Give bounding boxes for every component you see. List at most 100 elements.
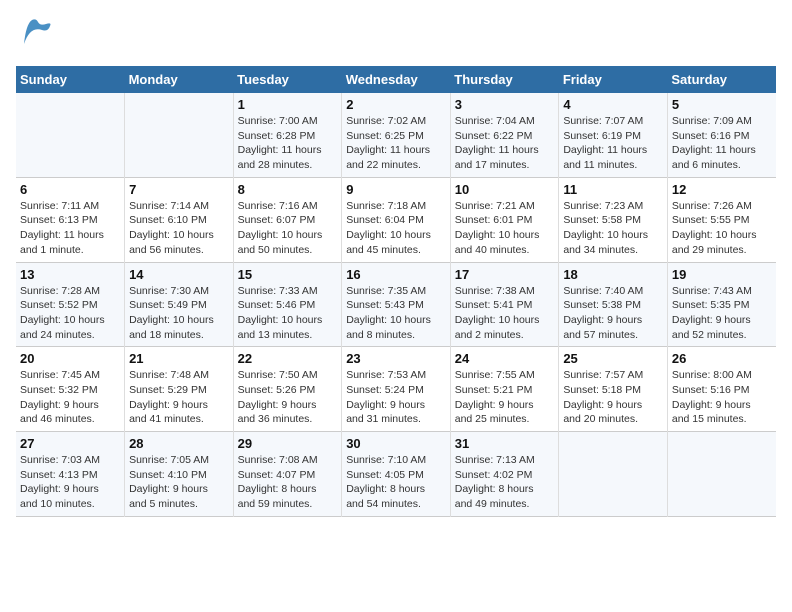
- day-header-saturday: Saturday: [667, 66, 776, 93]
- week-row-1: 1Sunrise: 7:00 AM Sunset: 6:28 PM Daylig…: [16, 93, 776, 177]
- day-info: Sunrise: 7:03 AM Sunset: 4:13 PM Dayligh…: [20, 453, 120, 512]
- day-info: Sunrise: 7:50 AM Sunset: 5:26 PM Dayligh…: [238, 368, 338, 427]
- day-info: Sunrise: 7:33 AM Sunset: 5:46 PM Dayligh…: [238, 284, 338, 343]
- calendar-cell: 1Sunrise: 7:00 AM Sunset: 6:28 PM Daylig…: [233, 93, 342, 177]
- day-info: Sunrise: 7:43 AM Sunset: 5:35 PM Dayligh…: [672, 284, 772, 343]
- day-info: Sunrise: 7:09 AM Sunset: 6:16 PM Dayligh…: [672, 114, 772, 173]
- day-number: 9: [346, 182, 446, 197]
- day-number: 14: [129, 267, 229, 282]
- calendar-cell: 24 Sunrise: 7:55 AM Sunset: 5:21 PM Dayli…: [450, 347, 559, 432]
- calendar-cell: 19Sunrise: 7:43 AM Sunset: 5:35 PM Dayli…: [667, 262, 776, 347]
- day-number: 30: [346, 436, 446, 451]
- week-row-4: 20Sunrise: 7:45 AM Sunset: 5:32 PM Dayli…: [16, 347, 776, 432]
- calendar-cell: 8 Sunrise: 7:16 AM Sunset: 6:07 PM Daylig…: [233, 177, 342, 262]
- day-number: 2: [346, 97, 446, 112]
- day-number: 22: [238, 351, 338, 366]
- day-info: Sunrise: 7:26 AM Sunset: 5:55 PM Dayligh…: [672, 199, 772, 258]
- day-number: 15: [238, 267, 338, 282]
- calendar-cell: 20Sunrise: 7:45 AM Sunset: 5:32 PM Dayli…: [16, 347, 125, 432]
- calendar-cell: 21 Sunrise: 7:48 AM Sunset: 5:29 PM Dayli…: [125, 347, 234, 432]
- week-row-2: 6 Sunrise: 7:11 AM Sunset: 6:13 PM Daylig…: [16, 177, 776, 262]
- day-info: Sunrise: 7:57 AM Sunset: 5:18 PM Dayligh…: [563, 368, 663, 427]
- day-number: 3: [455, 97, 555, 112]
- day-number: 11: [563, 182, 663, 197]
- calendar-cell: 29 Sunrise: 7:08 AM Sunset: 4:07 PM Dayli…: [233, 432, 342, 517]
- calendar-cell: 5 Sunrise: 7:09 AM Sunset: 6:16 PM Daylig…: [667, 93, 776, 177]
- day-number: 29: [238, 436, 338, 451]
- calendar-cell: 26 Sunrise: 8:00 AM Sunset: 5:16 PM Dayli…: [667, 347, 776, 432]
- day-number: 4: [563, 97, 663, 112]
- day-info: Sunrise: 7:08 AM Sunset: 4:07 PM Dayligh…: [238, 453, 338, 512]
- day-info: Sunrise: 7:07 AM Sunset: 6:19 PM Dayligh…: [563, 114, 663, 173]
- day-info: Sunrise: 7:55 AM Sunset: 5:21 PM Dayligh…: [455, 368, 555, 427]
- day-number: 26: [672, 351, 772, 366]
- day-number: 1: [238, 97, 338, 112]
- day-info: Sunrise: 7:30 AM Sunset: 5:49 PM Dayligh…: [129, 284, 229, 343]
- week-row-5: 27 Sunrise: 7:03 AM Sunset: 4:13 PM Dayli…: [16, 432, 776, 517]
- calendar-cell: [16, 93, 125, 177]
- calendar-cell: 13 Sunrise: 7:28 AM Sunset: 5:52 PM Dayli…: [16, 262, 125, 347]
- day-info: Sunrise: 7:53 AM Sunset: 5:24 PM Dayligh…: [346, 368, 446, 427]
- day-number: 25: [563, 351, 663, 366]
- logo-bird-icon: [16, 16, 56, 56]
- day-info: Sunrise: 7:11 AM Sunset: 6:13 PM Dayligh…: [20, 199, 120, 258]
- day-number: 31: [455, 436, 555, 451]
- day-info: Sunrise: 7:18 AM Sunset: 6:04 PM Dayligh…: [346, 199, 446, 258]
- day-number: 8: [238, 182, 338, 197]
- calendar-cell: 6 Sunrise: 7:11 AM Sunset: 6:13 PM Daylig…: [16, 177, 125, 262]
- day-number: 13: [20, 267, 120, 282]
- day-info: Sunrise: 7:16 AM Sunset: 6:07 PM Dayligh…: [238, 199, 338, 258]
- day-number: 10: [455, 182, 555, 197]
- day-info: Sunrise: 7:23 AM Sunset: 5:58 PM Dayligh…: [563, 199, 663, 258]
- calendar-cell: 25 Sunrise: 7:57 AM Sunset: 5:18 PM Dayli…: [559, 347, 668, 432]
- day-info: Sunrise: 7:14 AM Sunset: 6:10 PM Dayligh…: [129, 199, 229, 258]
- day-number: 20: [20, 351, 120, 366]
- calendar-cell: 15 Sunrise: 7:33 AM Sunset: 5:46 PM Dayli…: [233, 262, 342, 347]
- day-info: Sunrise: 7:21 AM Sunset: 6:01 PM Dayligh…: [455, 199, 555, 258]
- calendar-cell: 30 Sunrise: 7:10 AM Sunset: 4:05 PM Dayli…: [342, 432, 451, 517]
- calendar-cell: [125, 93, 234, 177]
- day-info: Sunrise: 7:05 AM Sunset: 4:10 PM Dayligh…: [129, 453, 229, 512]
- logo: [16, 16, 60, 56]
- page-header: [16, 16, 776, 56]
- calendar-cell: 17 Sunrise: 7:38 AM Sunset: 5:41 PM Dayli…: [450, 262, 559, 347]
- header-row: SundayMondayTuesdayWednesdayThursdayFrid…: [16, 66, 776, 93]
- calendar-cell: 7 Sunrise: 7:14 AM Sunset: 6:10 PM Daylig…: [125, 177, 234, 262]
- day-number: 24: [455, 351, 555, 366]
- day-number: 27: [20, 436, 120, 451]
- day-number: 5: [672, 97, 772, 112]
- day-number: 7: [129, 182, 229, 197]
- day-header-tuesday: Tuesday: [233, 66, 342, 93]
- calendar-cell: 14 Sunrise: 7:30 AM Sunset: 5:49 PM Dayli…: [125, 262, 234, 347]
- calendar-cell: 3Sunrise: 7:04 AM Sunset: 6:22 PM Daylig…: [450, 93, 559, 177]
- day-info: Sunrise: 7:48 AM Sunset: 5:29 PM Dayligh…: [129, 368, 229, 427]
- calendar-cell: 31Sunrise: 7:13 AM Sunset: 4:02 PM Dayli…: [450, 432, 559, 517]
- calendar-cell: 16 Sunrise: 7:35 AM Sunset: 5:43 PM Dayli…: [342, 262, 451, 347]
- calendar-cell: 10 Sunrise: 7:21 AM Sunset: 6:01 PM Dayli…: [450, 177, 559, 262]
- day-header-monday: Monday: [125, 66, 234, 93]
- day-number: 28: [129, 436, 229, 451]
- day-number: 17: [455, 267, 555, 282]
- day-info: Sunrise: 7:10 AM Sunset: 4:05 PM Dayligh…: [346, 453, 446, 512]
- calendar-cell: 28 Sunrise: 7:05 AM Sunset: 4:10 PM Dayli…: [125, 432, 234, 517]
- day-number: 18: [563, 267, 663, 282]
- day-info: Sunrise: 7:02 AM Sunset: 6:25 PM Dayligh…: [346, 114, 446, 173]
- day-number: 23: [346, 351, 446, 366]
- calendar-cell: 27 Sunrise: 7:03 AM Sunset: 4:13 PM Dayli…: [16, 432, 125, 517]
- calendar-cell: 11 Sunrise: 7:23 AM Sunset: 5:58 PM Dayli…: [559, 177, 668, 262]
- week-row-3: 13 Sunrise: 7:28 AM Sunset: 5:52 PM Dayli…: [16, 262, 776, 347]
- day-number: 16: [346, 267, 446, 282]
- calendar-cell: [559, 432, 668, 517]
- calendar-cell: [667, 432, 776, 517]
- day-number: 6: [20, 182, 120, 197]
- day-number: 21: [129, 351, 229, 366]
- calendar-cell: 4 Sunrise: 7:07 AM Sunset: 6:19 PM Daylig…: [559, 93, 668, 177]
- calendar-cell: 18 Sunrise: 7:40 AM Sunset: 5:38 PM Dayli…: [559, 262, 668, 347]
- day-info: Sunrise: 7:35 AM Sunset: 5:43 PM Dayligh…: [346, 284, 446, 343]
- day-info: Sunrise: 8:00 AM Sunset: 5:16 PM Dayligh…: [672, 368, 772, 427]
- calendar-cell: 22 Sunrise: 7:50 AM Sunset: 5:26 PM Dayli…: [233, 347, 342, 432]
- day-header-thursday: Thursday: [450, 66, 559, 93]
- day-info: Sunrise: 7:28 AM Sunset: 5:52 PM Dayligh…: [20, 284, 120, 343]
- day-info: Sunrise: 7:38 AM Sunset: 5:41 PM Dayligh…: [455, 284, 555, 343]
- day-info: Sunrise: 7:40 AM Sunset: 5:38 PM Dayligh…: [563, 284, 663, 343]
